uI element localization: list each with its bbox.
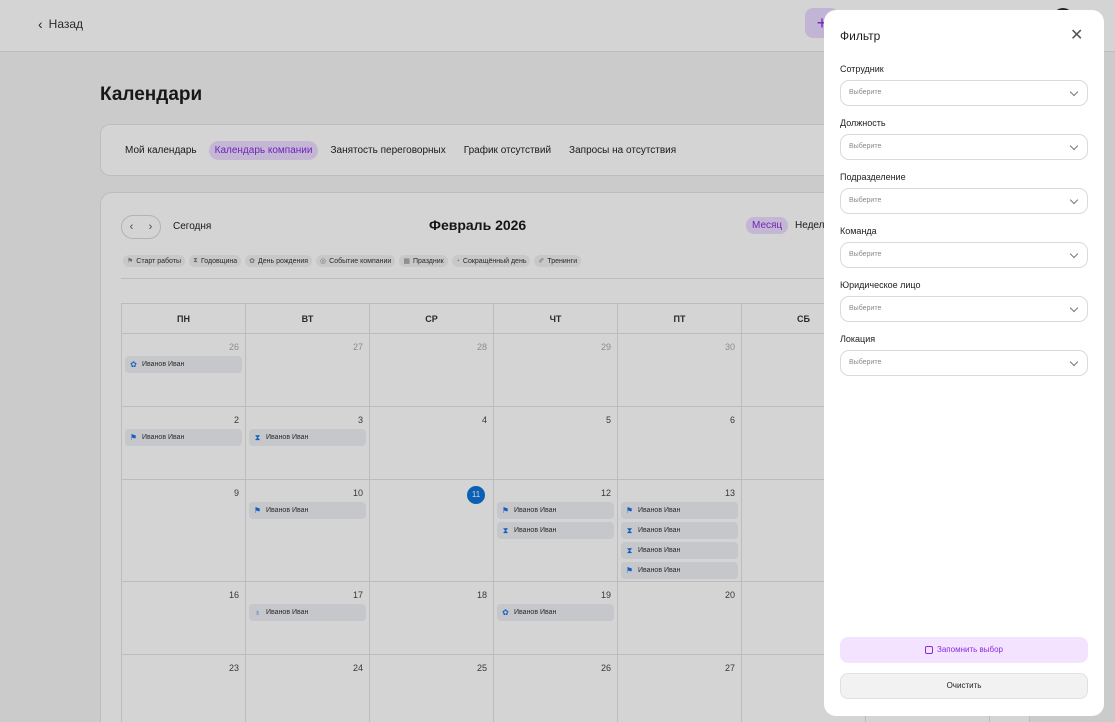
filter-select[interactable]: Выберите [840,242,1088,268]
clear-button[interactable]: Очистить [840,673,1088,699]
chevron-down-icon [1069,141,1079,151]
chevron-down-icon [1069,249,1079,259]
select-placeholder: Выберите [849,197,882,204]
select-placeholder: Выберите [849,251,882,258]
filter-field-label: Юридическое лицо [840,280,921,290]
select-placeholder: Выберите [849,305,882,312]
filter-select[interactable]: Выберите [840,188,1088,214]
filter-title: Фильтр [840,29,881,43]
filter-field-label: Локация [840,334,876,344]
filter-field-label: Должность [840,118,886,128]
filter-panel: Фильтр ✕ Сотрудник Выберите Должность Выбер… [824,10,1104,716]
filter-select[interactable]: Выберите [840,80,1088,106]
save-icon [925,645,933,654]
select-placeholder: Выберите [849,143,882,150]
filter-field-label: Команда [840,226,877,236]
select-placeholder: Выберите [849,89,882,96]
select-placeholder: Выберите [849,359,882,366]
chevron-down-icon [1069,195,1079,205]
save-selection-label: Запомнить выбор [937,645,1003,654]
filter-field-label: Сотрудник [840,64,884,74]
filter-select[interactable]: Выберите [840,350,1088,376]
chevron-down-icon [1069,303,1079,313]
chevron-down-icon [1069,357,1079,367]
filter-select[interactable]: Выберите [840,134,1088,160]
close-icon[interactable]: ✕ [1070,28,1083,44]
filter-select[interactable]: Выберите [840,296,1088,322]
save-selection-button[interactable]: Запомнить выбор [840,637,1088,663]
filter-field-label: Подразделение [840,172,906,182]
chevron-down-icon [1069,87,1079,97]
